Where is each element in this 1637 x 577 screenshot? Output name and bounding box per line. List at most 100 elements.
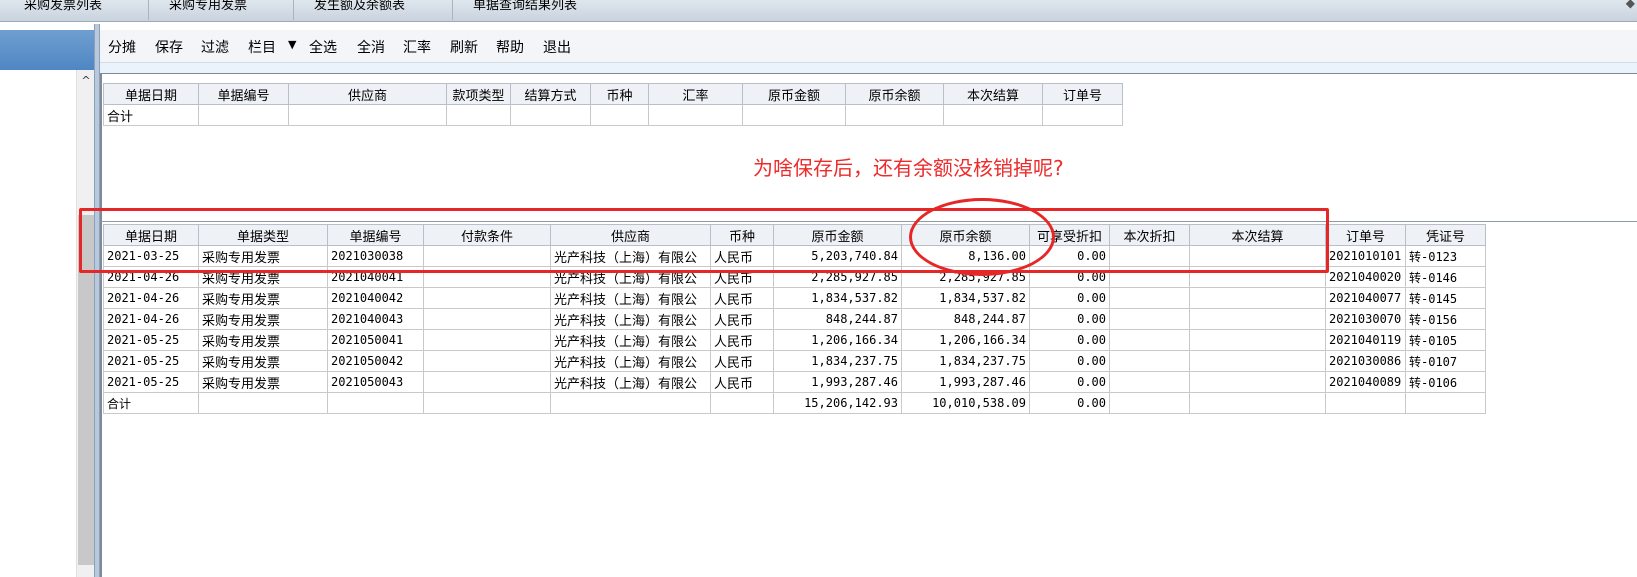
col-header[interactable]: 供应商 [288, 83, 447, 105]
tab-purchase-special-invoice[interactable]: 采购专用发票 [169, 0, 247, 13]
pane-divider[interactable] [100, 221, 1637, 222]
col-header[interactable]: 本次折扣 [1109, 224, 1190, 246]
currency-cell: 人民币 [710, 350, 774, 372]
discount-available-cell: 0.00 [1029, 392, 1110, 414]
col-header[interactable]: 原币金额 [742, 83, 846, 105]
discount-available-cell: 0.00 [1029, 287, 1110, 309]
table-row[interactable]: 2021-05-25 采购专用发票 2021050043 光产科技（上海）有限公 人民币… [103, 371, 1486, 393]
voucher-number-cell: 转-0123 [1405, 245, 1486, 267]
amount-cell: 1,993,287.46 [773, 371, 902, 393]
tab-purchase-invoice-list[interactable]: 采购发票列表 [24, 0, 102, 13]
tab-separator [452, 0, 453, 20]
discount-cell [1109, 329, 1190, 351]
voucher-number-cell: 转-0107 [1405, 350, 1486, 372]
order-number-cell: 2021040020 [1325, 266, 1406, 288]
table-row[interactable]: 2021-05-25 采购专用发票 2021050042 光产科技（上海）有限公 人民币… [103, 350, 1486, 372]
order-number-cell: 2021040089 [1325, 371, 1406, 393]
discount-available-cell: 0.00 [1029, 308, 1110, 330]
allocate-button[interactable]: 分摊 [108, 37, 136, 57]
col-header[interactable]: 币种 [590, 83, 649, 105]
col-header[interactable]: 原币余额 [845, 83, 944, 105]
col-header[interactable]: 汇率 [648, 83, 743, 105]
help-button[interactable]: 帮助 [496, 37, 524, 57]
balance-cell: 1,834,537.82 [901, 287, 1030, 309]
discount-cell [1109, 371, 1190, 393]
supplier-cell: 光产科技（上海）有限公 [550, 329, 711, 351]
balance-cell: 1,206,166.34 [901, 329, 1030, 351]
col-header[interactable]: 单据日期 [103, 224, 199, 246]
total-label: 合计 [103, 104, 199, 126]
table-cell [510, 104, 591, 126]
settle-cell [1189, 329, 1326, 351]
table-row[interactable]: 2021-04-26 采购专用发票 2021040043 光产科技（上海）有限公 人民币… [103, 308, 1486, 330]
columns-dropdown-icon[interactable]: ▼ [288, 38, 296, 51]
table-cell [590, 104, 649, 126]
voucher-number-cell: 转-0145 [1405, 287, 1486, 309]
type-cell: 采购专用发票 [198, 287, 328, 309]
order-number-cell: 2021040077 [1325, 287, 1406, 309]
col-header[interactable]: 币种 [710, 224, 774, 246]
table-header-row: 单据日期 单据类型 单据编号 付款条件 供应商 币种 原币金额 原币余额 可享受… [103, 224, 1486, 246]
col-header[interactable]: 单据编号 [198, 83, 289, 105]
table-row[interactable]: 2021-03-25 采购专用发票 2021030038 光产科技（上海）有限公 人民币… [103, 245, 1486, 267]
type-cell: 采购专用发票 [198, 266, 328, 288]
columns-button[interactable]: 栏目 [248, 37, 276, 57]
table-row[interactable]: 2021-04-26 采购专用发票 2021040041 光产科技（上海）有限公 人民币… [103, 266, 1486, 288]
col-header[interactable]: 款项类型 [446, 83, 511, 105]
col-header[interactable]: 单据编号 [327, 224, 424, 246]
col-header[interactable]: 原币金额 [773, 224, 902, 246]
voucher-number-cell: 转-0106 [1405, 371, 1486, 393]
nav-scrollbar[interactable]: ^ [76, 70, 95, 577]
col-header[interactable]: 单据日期 [103, 83, 199, 105]
table-row[interactable]: 2021-04-26 采购专用发票 2021040042 光产科技（上海）有限公 人民币… [103, 287, 1486, 309]
refresh-button[interactable]: 刷新 [450, 37, 478, 57]
payment-table: 单据日期 单据编号 供应商 款项类型 结算方式 币种 汇率 原币金额 原币余额 … [103, 83, 1123, 126]
col-header[interactable]: 订单号 [1042, 83, 1123, 105]
col-header[interactable]: 本次结算 [1189, 224, 1326, 246]
col-header[interactable]: 付款条件 [423, 224, 551, 246]
table-cell [288, 104, 447, 126]
discount-cell [1109, 266, 1190, 288]
table-row[interactable]: 2021-05-25 采购专用发票 2021050041 光产科技（上海）有限公 人民币… [103, 329, 1486, 351]
order-number-cell: 2021040119 [1325, 329, 1406, 351]
date-cell: 2021-04-26 [103, 308, 199, 330]
save-button[interactable]: 保存 [155, 37, 183, 57]
supplier-cell: 光产科技（上海）有限公 [550, 308, 711, 330]
amount-cell: 5,203,740.84 [773, 245, 902, 267]
col-header[interactable]: 结算方式 [510, 83, 591, 105]
terms-cell [423, 371, 551, 393]
deselect-all-button[interactable]: 全消 [357, 37, 385, 57]
scrollbar-thumb[interactable] [78, 215, 94, 565]
col-header[interactable]: 供应商 [550, 224, 711, 246]
col-header[interactable]: 单据类型 [198, 224, 328, 246]
col-header[interactable]: 本次结算 [943, 83, 1043, 105]
exchange-rate-button[interactable]: 汇率 [403, 37, 431, 57]
date-cell: 2021-05-25 [103, 350, 199, 372]
scroll-up-icon[interactable]: ^ [77, 74, 95, 87]
voucher-number-cell [1405, 392, 1486, 414]
type-cell: 采购专用发票 [198, 308, 328, 330]
number-cell [327, 392, 424, 414]
settle-cell [1189, 308, 1326, 330]
tab-balance-report[interactable]: 发生额及余额表 [314, 0, 405, 13]
tab-query-results[interactable]: 单据查询结果列表 [473, 0, 577, 13]
settle-cell [1189, 287, 1326, 309]
voucher-number-cell: 转-0156 [1405, 308, 1486, 330]
terms-cell [423, 245, 551, 267]
col-header[interactable]: 原币余额 [901, 224, 1030, 246]
order-number-cell: 2021010101 [1325, 245, 1406, 267]
col-header[interactable]: 订单号 [1325, 224, 1406, 246]
select-all-button[interactable]: 全选 [309, 37, 337, 57]
terms-cell [423, 266, 551, 288]
total-row[interactable]: 合计 15,206,142.93 10,010,538.09 0.00 [103, 392, 1486, 414]
col-header[interactable]: 可享受折扣 [1029, 224, 1110, 246]
balance-cell: 2,285,927.85 [901, 266, 1030, 288]
balance-cell: 1,834,237.75 [901, 350, 1030, 372]
col-header[interactable]: 凭证号 [1405, 224, 1486, 246]
filter-button[interactable]: 过滤 [201, 37, 229, 57]
toolbar-spacer [100, 63, 1637, 73]
discount-cell [1109, 245, 1190, 267]
exit-button[interactable]: 退出 [543, 37, 571, 57]
table-cell [1042, 104, 1123, 126]
date-cell: 2021-04-26 [103, 266, 199, 288]
